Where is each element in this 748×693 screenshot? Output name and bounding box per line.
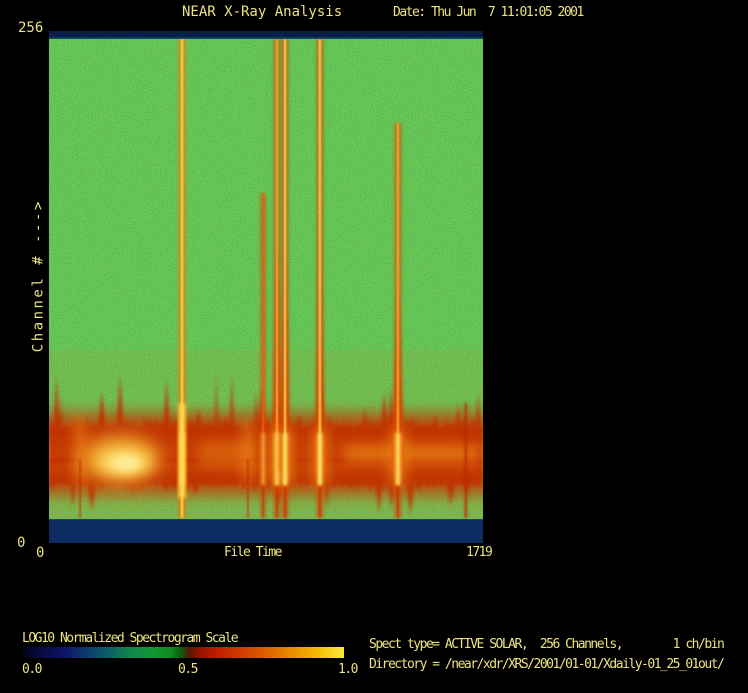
x-axis-max-label: 1719 bbox=[466, 546, 491, 560]
x-axis-title: File Time bbox=[224, 546, 281, 560]
directory-info: Directory = /near/xdr/XRS/2001/01-01/Xda… bbox=[369, 658, 723, 672]
app-window: { "window": { "title": "NEAR X-Ray Analy… bbox=[0, 0, 748, 693]
colorbar-gradient bbox=[23, 647, 344, 658]
x-axis-min-label: 0 bbox=[36, 546, 44, 561]
y-axis-title: Channel # ---> bbox=[31, 196, 46, 356]
colorbar-tick-mid: 0.5 bbox=[178, 663, 197, 677]
colorbar-tick-max: 1.0 bbox=[338, 663, 357, 677]
spectrogram-image bbox=[49, 31, 483, 543]
y-axis-max-label: 256 bbox=[18, 21, 43, 36]
colorbar-tick-min: 0.0 bbox=[22, 663, 41, 677]
page-title: NEAR X-Ray Analysis bbox=[182, 5, 342, 20]
spectrogram-plot bbox=[49, 31, 483, 543]
date-label: Date: Thu Jun 7 11:01:05 2001 bbox=[393, 6, 583, 20]
colorbar-title: LOG10 Normalized Spectrogram Scale bbox=[22, 632, 237, 646]
y-axis-min-label: 0 bbox=[17, 536, 25, 551]
spect-type-info: Spect type= ACTIVE SOLAR, 256 Channels, … bbox=[369, 638, 723, 652]
